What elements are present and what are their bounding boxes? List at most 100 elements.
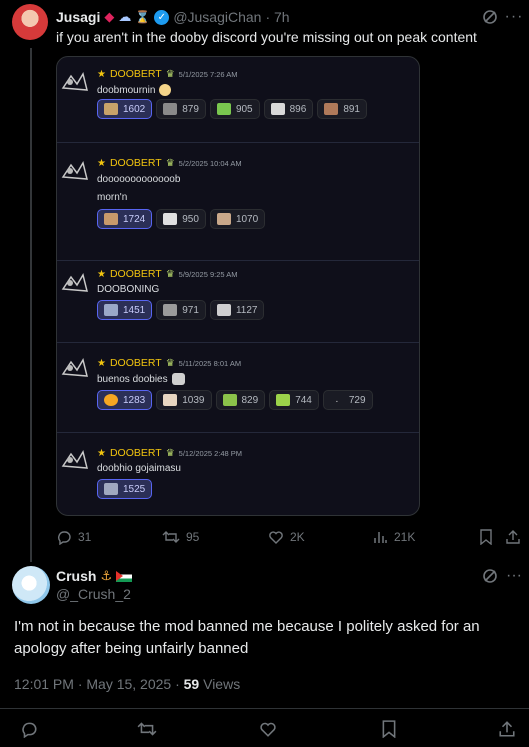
emoji-icon [222,394,237,406]
emoji-icon [104,483,118,495]
reaction-count: 896 [289,103,307,115]
analytics-icon [374,532,387,543]
message-time: 5/9/2025 9:25 AM [178,269,238,279]
message-line: doobhio gojaimasu [97,463,181,474]
thread-line [30,48,32,562]
bookmark-icon [382,720,396,738]
reaction-button[interactable]: 905 [209,99,260,119]
reaction-button[interactable]: 1283 [97,390,153,410]
star-icon: ★ [97,157,106,169]
like-button[interactable] [257,718,279,740]
share-icon [499,721,515,737]
crown-icon: ♛ [165,268,175,280]
doobert-avatar [61,159,89,183]
reaction-button[interactable]: . 729 [322,390,373,410]
reaction-count: 744 [295,394,312,406]
timestamp[interactable]: 12:01 PM · May 15, 2025 · [14,676,184,692]
views-button[interactable]: 21K [372,529,415,545]
discord-screenshot[interactable]: ★ DOOBERT ♛ 5/1/2025 7:26 AM doobmournin… [56,56,420,516]
doobert-avatar [61,448,89,472]
crown-icon: ♛ [165,68,175,80]
emoji-icon [163,304,178,316]
discord-message: ★ DOOBERT ♛ 5/9/2025 9:25 AM DOOBONING 1… [57,261,419,343]
bookmark-button[interactable] [478,528,494,546]
reaction-button[interactable]: 879 [156,99,206,119]
bookmark-button[interactable] [378,718,400,740]
verified-icon: ✓ [154,9,170,25]
avatar[interactable] [12,4,48,40]
reaction-count: 1451 [123,304,146,316]
reaction-button[interactable]: 950 [156,209,206,229]
reaction-button[interactable]: 829 [215,390,266,410]
emoji-icon [104,103,118,115]
share-icon [506,530,520,544]
username: DOOBERT [109,447,162,459]
grok-icon[interactable] [480,8,500,26]
reactions-row: 1283 1039 829 744 . 729 [97,390,373,410]
reaction-button[interactable]: 971 [156,300,206,320]
emoji-icon [163,213,178,225]
discord-message: ★ DOOBERT ♛ 5/1/2025 7:26 AM doobmournin… [57,57,419,143]
emoji-icon [163,394,178,406]
like-count: 2K [290,530,305,544]
post-time[interactable]: · 7h [265,9,289,25]
username: DOOBERT [109,157,162,169]
repost-icon [162,531,180,543]
views-label: Views [199,676,241,692]
share-button[interactable] [496,718,518,740]
timestamp-row: 12:01 PM · May 15, 2025 · 59 Views [14,676,240,692]
reply-button[interactable] [18,718,40,740]
reaction-button[interactable]: 744 [269,390,319,410]
message-line: dooooooooooooob [97,174,181,185]
post-text: I'm not in because the mod banned me bec… [14,618,480,657]
message-text: doobmournin [97,84,172,96]
emoji-icon [163,103,178,115]
views-count: 21K [394,530,416,544]
share-button[interactable] [504,528,522,546]
reactions-row: 1525 [97,479,153,499]
crown-icon: ♛ [165,447,175,459]
like-button[interactable]: 2K [268,529,305,545]
message-line: DOOBONING [97,284,160,295]
reaction-button[interactable]: 1525 [97,479,153,499]
reaction-button[interactable]: 1451 [97,300,153,320]
reaction-button[interactable]: 1070 [209,209,266,229]
more-icon[interactable]: ··· [504,567,524,585]
reaction-count: 1724 [123,213,146,225]
reactions-row: 1724 950 1070 [97,209,266,229]
divider [0,708,529,709]
repost-button[interactable] [136,718,158,740]
repost-button[interactable]: 95 [162,529,199,545]
avatar[interactable] [12,566,50,604]
author-name[interactable]: Jusagi [56,9,100,25]
doobert-avatar [61,70,89,94]
reply-count: 31 [78,530,92,544]
reaction-button[interactable]: 1602 [97,99,153,119]
hourglass-icon: ⌛ [135,10,151,24]
more-icon[interactable]: ··· [504,8,524,26]
emoji-icon [104,213,118,225]
doobert-avatar [61,271,89,295]
reaction-count: 905 [235,103,253,115]
sun-emoji-icon [104,394,118,406]
grok-icon[interactable] [480,567,500,585]
message-line: buenos doobies [97,373,168,385]
author-name[interactable]: Crush [56,568,96,584]
reaction-count: 829 [241,394,259,406]
reaction-button[interactable]: 896 [263,99,314,119]
reaction-button[interactable]: 1039 [156,390,212,410]
reaction-button[interactable]: 891 [317,99,367,119]
views-count: 59 [183,676,200,692]
repost-icon [137,722,157,736]
username: DOOBERT [109,268,162,280]
message-time: 5/11/2025 8:01 AM [178,358,242,368]
reaction-button[interactable]: 1127 [209,300,265,320]
discord-message: ★ DOOBERT ♛ 5/2/2025 10:04 AM dooooooooo… [57,143,419,261]
author-handle[interactable]: @JusagiChan [173,9,261,25]
reply-icon [22,722,37,738]
reaction-button[interactable]: 1724 [97,209,153,229]
reply-button[interactable]: 31 [56,529,91,545]
emoji-icon [216,103,231,115]
heart-icon [260,722,276,737]
author-handle[interactable]: @_Crush_2 [56,586,131,602]
